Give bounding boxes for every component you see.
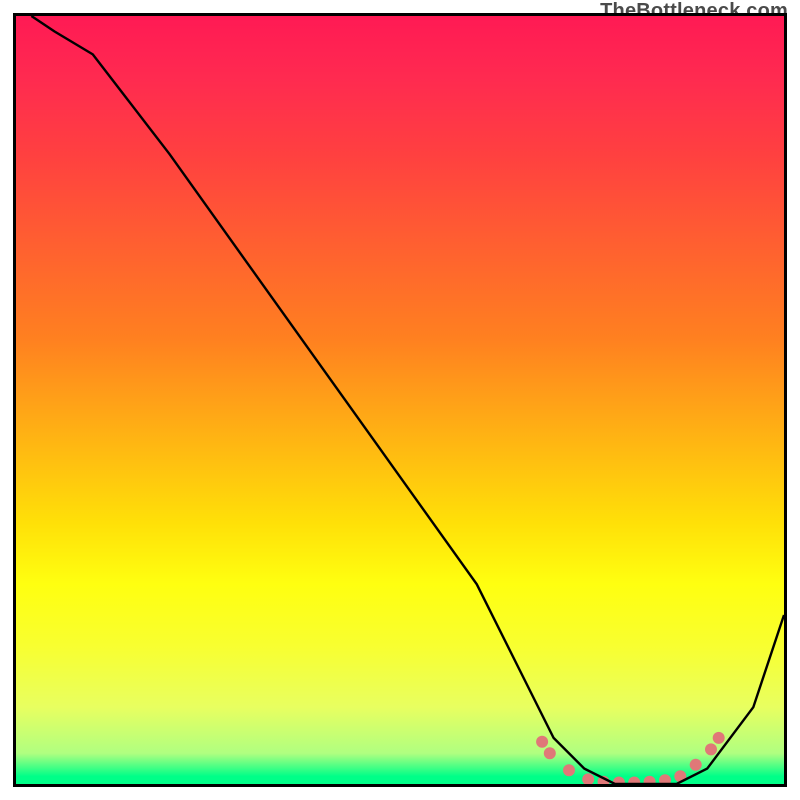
bottleneck-curve bbox=[31, 16, 784, 784]
chart-svg bbox=[16, 16, 784, 784]
curve-marker bbox=[713, 732, 725, 744]
curve-marker bbox=[644, 776, 656, 784]
plot-area bbox=[13, 13, 787, 787]
chart-container: TheBottleneck.com bbox=[0, 0, 800, 800]
curve-marker bbox=[563, 764, 575, 776]
curve-marker bbox=[536, 736, 548, 748]
curve-marker bbox=[690, 759, 702, 771]
curve-marker bbox=[659, 774, 671, 784]
marker-group bbox=[536, 732, 725, 784]
curve-marker bbox=[705, 743, 717, 755]
curve-marker bbox=[544, 747, 556, 759]
curve-marker bbox=[582, 773, 594, 784]
